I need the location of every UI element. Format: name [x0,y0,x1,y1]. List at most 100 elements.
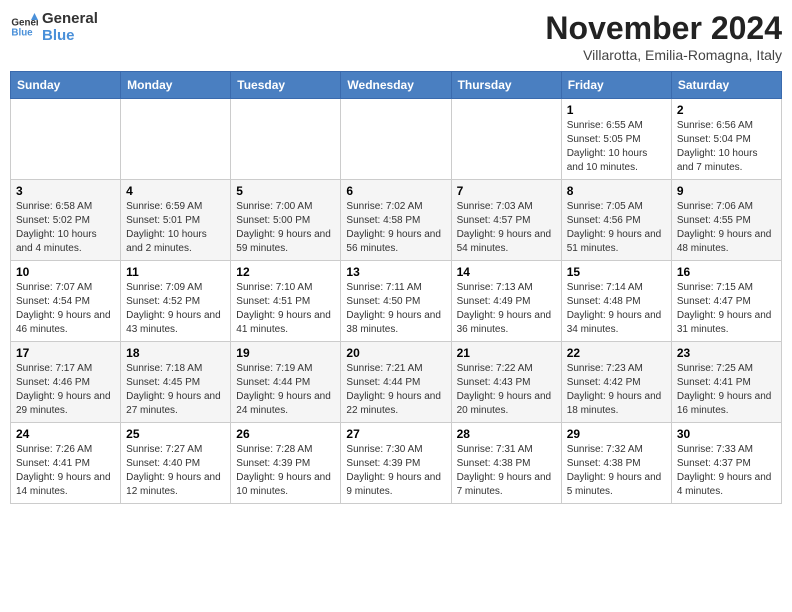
calendar-cell: 13 Sunrise: 7:11 AMSunset: 4:50 PMDayligh… [341,261,451,342]
day-number: 19 [236,346,335,360]
header-sunday: Sunday [11,72,121,99]
calendar-cell: 6Sunrise: 7:02 AMSunset: 4:58 PMDaylight… [341,180,451,261]
day-number: 30 [677,427,776,441]
calendar-week-2: 3 Sunrise: 6:58 AMSunset: 5:02 PMDaylight… [11,180,782,261]
calendar-week-4: 17 Sunrise: 7:17 AMSunset: 4:46 PMDayligh… [11,342,782,423]
day-number: 21 [457,346,556,360]
calendar-cell: 24 Sunrise: 7:26 AMSunset: 4:41 PMDayligh… [11,423,121,504]
calendar-cell: 22 Sunrise: 7:23 AMSunset: 4:42 PMDayligh… [561,342,671,423]
day-info: Sunrise: 7:26 AMSunset: 4:41 PMDaylight:… [16,443,115,499]
calendar-cell: 12Sunrise: 7:10 AMSunset: 4:51 PMDayligh… [231,261,341,342]
day-info: Sunrise: 7:22 AMSunset: 4:43 PMDaylight:… [457,362,556,418]
calendar-cell: 20 Sunrise: 7:21 AMSunset: 4:44 PMDayligh… [341,342,451,423]
day-number: 12 [236,265,335,279]
day-number: 1 [567,103,666,117]
calendar-cell: 25 Sunrise: 7:27 AMSunset: 4:40 PMDayligh… [121,423,231,504]
day-info: Sunrise: 7:21 AMSunset: 4:44 PMDaylight:… [346,362,445,418]
day-number: 9 [677,184,776,198]
day-number: 24 [16,427,115,441]
subtitle: Villarotta, Emilia-Romagna, Italy [545,47,782,63]
day-info: Sunrise: 7:32 AMSunset: 4:38 PMDaylight:… [567,443,666,499]
day-info: Sunrise: 7:15 AMSunset: 4:47 PMDaylight:… [677,281,776,337]
day-number: 7 [457,184,556,198]
day-info: Sunrise: 7:28 AMSunset: 4:39 PMDaylight:… [236,443,335,499]
day-info: Sunrise: 7:31 AMSunset: 4:38 PMDaylight:… [457,443,556,499]
calendar-week-1: 1Sunrise: 6:55 AMSunset: 5:05 PMDaylight… [11,99,782,180]
calendar-cell: 9 Sunrise: 7:06 AMSunset: 4:55 PMDaylight… [671,180,781,261]
calendar-cell: 2 Sunrise: 6:56 AMSunset: 5:04 PMDaylight… [671,99,781,180]
day-info: Sunrise: 7:23 AMSunset: 4:42 PMDaylight:… [567,362,666,418]
day-number: 25 [126,427,225,441]
day-info: Sunrise: 7:30 AMSunset: 4:39 PMDaylight:… [346,443,445,499]
day-number: 28 [457,427,556,441]
day-number: 27 [346,427,445,441]
calendar-cell: 5 Sunrise: 7:00 AMSunset: 5:00 PMDaylight… [231,180,341,261]
header-tuesday: Tuesday [231,72,341,99]
day-info: Sunrise: 6:58 AMSunset: 5:02 PMDaylight:… [16,200,115,256]
header-wednesday: Wednesday [341,72,451,99]
day-info: Sunrise: 7:27 AMSunset: 4:40 PMDaylight:… [126,443,225,499]
day-number: 22 [567,346,666,360]
calendar-week-5: 24 Sunrise: 7:26 AMSunset: 4:41 PMDayligh… [11,423,782,504]
calendar-header-row: SundayMondayTuesdayWednesdayThursdayFrid… [11,72,782,99]
day-info: Sunrise: 7:07 AMSunset: 4:54 PMDaylight:… [16,281,115,337]
calendar-cell: 30 Sunrise: 7:33 AMSunset: 4:37 PMDayligh… [671,423,781,504]
day-info: Sunrise: 7:00 AMSunset: 5:00 PMDaylight:… [236,200,335,256]
day-info: Sunrise: 7:19 AMSunset: 4:44 PMDaylight:… [236,362,335,418]
calendar-cell: 10Sunrise: 7:07 AMSunset: 4:54 PMDayligh… [11,261,121,342]
title-area: November 2024 Villarotta, Emilia-Romagna… [545,10,782,63]
day-number: 8 [567,184,666,198]
day-number: 23 [677,346,776,360]
calendar-cell: 15 Sunrise: 7:14 AMSunset: 4:48 PMDayligh… [561,261,671,342]
day-info: Sunrise: 7:13 AMSunset: 4:49 PMDaylight:… [457,281,556,337]
day-info: Sunrise: 6:59 AMSunset: 5:01 PMDaylight:… [126,200,225,256]
day-number: 5 [236,184,335,198]
calendar-cell: 14 Sunrise: 7:13 AMSunset: 4:49 PMDayligh… [451,261,561,342]
calendar-cell: 21 Sunrise: 7:22 AMSunset: 4:43 PMDayligh… [451,342,561,423]
calendar-week-3: 10Sunrise: 7:07 AMSunset: 4:54 PMDayligh… [11,261,782,342]
day-number: 20 [346,346,445,360]
calendar-table: SundayMondayTuesdayWednesdayThursdayFrid… [10,71,782,504]
calendar-cell: 16 Sunrise: 7:15 AMSunset: 4:47 PMDayligh… [671,261,781,342]
day-info: Sunrise: 7:14 AMSunset: 4:48 PMDaylight:… [567,281,666,337]
logo-blue: Blue [42,27,98,44]
day-number: 18 [126,346,225,360]
day-info: Sunrise: 7:25 AMSunset: 4:41 PMDaylight:… [677,362,776,418]
logo-icon: General Blue [10,13,38,41]
calendar-cell: 28 Sunrise: 7:31 AMSunset: 4:38 PMDayligh… [451,423,561,504]
day-number: 15 [567,265,666,279]
day-number: 16 [677,265,776,279]
day-info: Sunrise: 7:11 AMSunset: 4:50 PMDaylight:… [346,281,445,337]
day-info: Sunrise: 7:05 AMSunset: 4:56 PMDaylight:… [567,200,666,256]
day-number: 3 [16,184,115,198]
day-number: 6 [346,184,445,198]
day-info: Sunrise: 7:03 AMSunset: 4:57 PMDaylight:… [457,200,556,256]
calendar-cell [451,99,561,180]
day-number: 14 [457,265,556,279]
calendar-cell: 26Sunrise: 7:28 AMSunset: 4:39 PMDayligh… [231,423,341,504]
day-number: 17 [16,346,115,360]
calendar-cell: 29Sunrise: 7:32 AMSunset: 4:38 PMDayligh… [561,423,671,504]
calendar-cell: 27 Sunrise: 7:30 AMSunset: 4:39 PMDayligh… [341,423,451,504]
day-info: Sunrise: 7:17 AMSunset: 4:46 PMDaylight:… [16,362,115,418]
day-info: Sunrise: 7:18 AMSunset: 4:45 PMDaylight:… [126,362,225,418]
logo-general: General [42,10,98,27]
day-info: Sunrise: 6:56 AMSunset: 5:04 PMDaylight:… [677,119,776,175]
svg-text:Blue: Blue [11,27,33,38]
calendar-cell: 4 Sunrise: 6:59 AMSunset: 5:01 PMDaylight… [121,180,231,261]
day-info: Sunrise: 7:33 AMSunset: 4:37 PMDaylight:… [677,443,776,499]
day-number: 2 [677,103,776,117]
calendar-cell [11,99,121,180]
calendar-cell [121,99,231,180]
day-info: Sunrise: 7:09 AMSunset: 4:52 PMDaylight:… [126,281,225,337]
header-thursday: Thursday [451,72,561,99]
calendar-cell: 3 Sunrise: 6:58 AMSunset: 5:02 PMDaylight… [11,180,121,261]
day-number: 4 [126,184,225,198]
calendar-cell: 19 Sunrise: 7:19 AMSunset: 4:44 PMDayligh… [231,342,341,423]
calendar-cell: 23 Sunrise: 7:25 AMSunset: 4:41 PMDayligh… [671,342,781,423]
day-number: 13 [346,265,445,279]
day-info: Sunrise: 7:06 AMSunset: 4:55 PMDaylight:… [677,200,776,256]
day-number: 11 [126,265,225,279]
calendar-cell: 8 Sunrise: 7:05 AMSunset: 4:56 PMDaylight… [561,180,671,261]
header-friday: Friday [561,72,671,99]
